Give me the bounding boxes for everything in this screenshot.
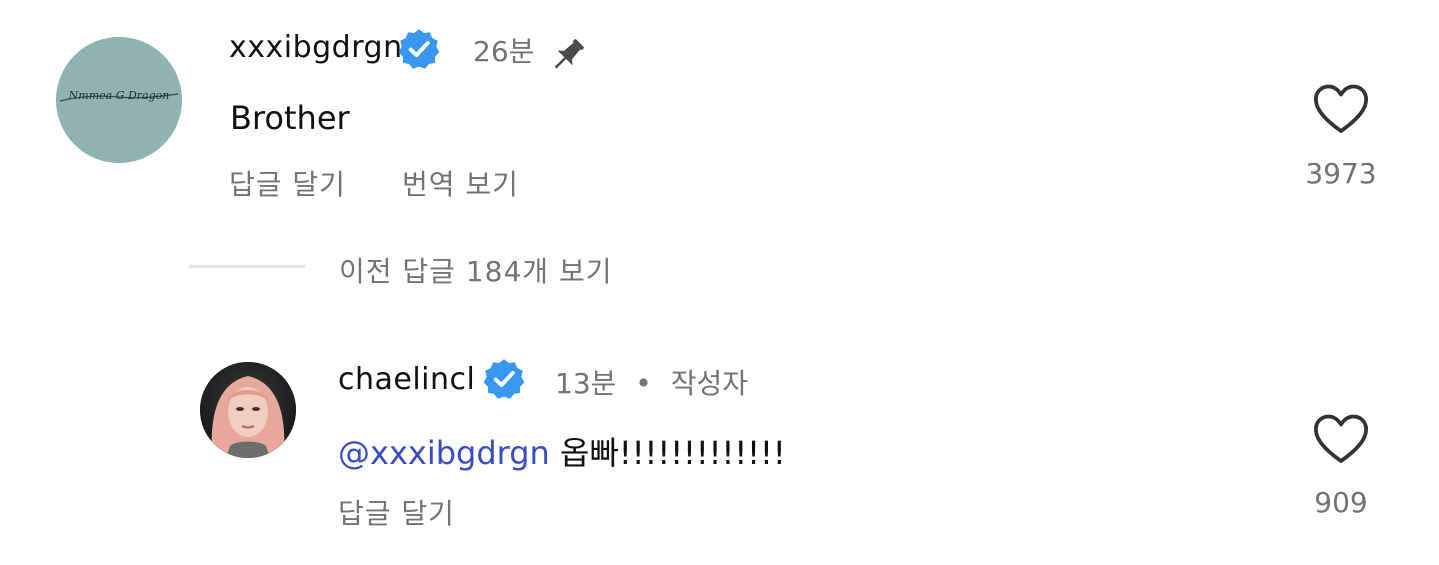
- avatar-image: [200, 362, 296, 458]
- comment-body: 옵빠!!!!!!!!!!!!!: [560, 434, 786, 472]
- mention-link[interactable]: @xxxibgdrgn: [338, 434, 550, 472]
- avatar-signature: Nmmea G Dragon: [68, 89, 170, 102]
- reply-button[interactable]: 답글 달기: [229, 163, 346, 203]
- avatar-chaelincl[interactable]: [200, 362, 296, 458]
- like-count: 3973: [1305, 157, 1377, 190]
- author-tag: 작성자: [670, 367, 748, 400]
- comment-username[interactable]: chaelincl: [338, 362, 475, 397]
- meta-separator: •: [635, 367, 652, 400]
- view-previous-replies-button[interactable]: 이전 답글 184개 보기: [339, 250, 612, 290]
- verified-badge-icon: [397, 27, 441, 71]
- comment-text: Brother: [230, 99, 350, 137]
- avatar-image: Nmmea G Dragon: [56, 37, 182, 163]
- comment-meta: 13분 • 작성자: [555, 362, 748, 402]
- comment-time: 13분: [555, 367, 617, 400]
- heart-icon[interactable]: [1312, 413, 1370, 465]
- comment-text: @xxxibgdrgn 옵빠!!!!!!!!!!!!!: [338, 428, 786, 474]
- comment-time: 26분: [473, 35, 535, 68]
- reply-button[interactable]: 답글 달기: [338, 492, 455, 532]
- comment-username[interactable]: xxxibgdrgn: [229, 30, 403, 65]
- replies-divider: [189, 265, 305, 268]
- pin-icon: [547, 34, 589, 76]
- verified-badge-icon: [482, 357, 526, 401]
- like-count: 909: [1314, 486, 1368, 519]
- avatar-xxxibgdrgn[interactable]: Nmmea G Dragon: [56, 37, 182, 163]
- heart-icon[interactable]: [1312, 83, 1370, 135]
- see-translation-button[interactable]: 번역 보기: [402, 163, 519, 203]
